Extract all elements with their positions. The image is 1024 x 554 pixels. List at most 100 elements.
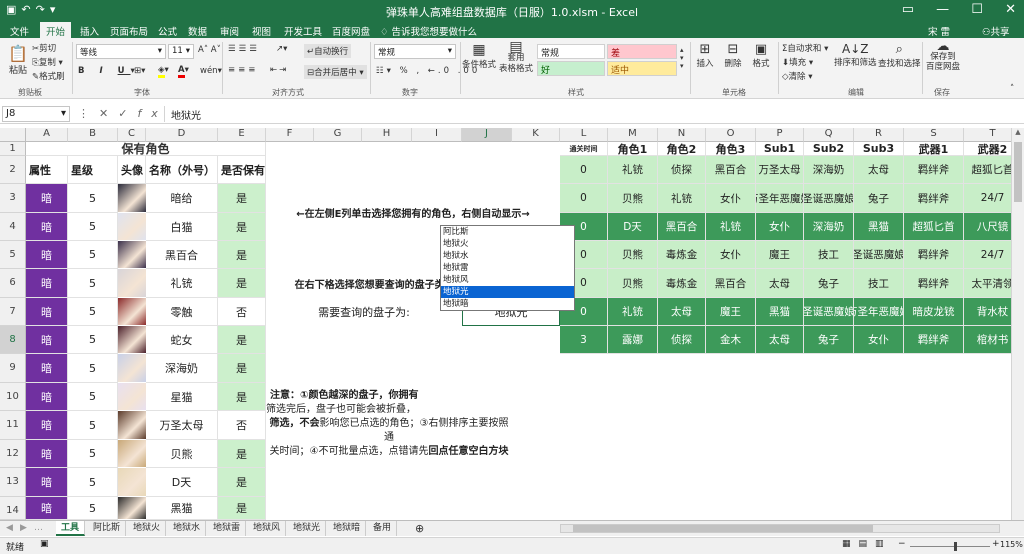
row-header-14[interactable]: 14 (0, 497, 26, 520)
enter-icon[interactable]: ✓ (118, 107, 137, 120)
row-header-12[interactable]: 12 (0, 440, 26, 468)
style-bad[interactable]: 差 (607, 44, 677, 59)
owned-toggle-cell[interactable]: 是 (218, 241, 266, 269)
owned-toggle-cell[interactable]: 是 (218, 213, 266, 241)
col-header-E[interactable]: E (218, 128, 266, 142)
dropdown-option[interactable]: 地狱光 (441, 286, 574, 298)
col-header-R[interactable]: R (854, 128, 904, 142)
font-name-select[interactable]: 等线 ▾ (76, 44, 166, 59)
scroll-thumb[interactable] (1014, 142, 1022, 202)
horizontal-scrollbar[interactable] (560, 524, 1000, 533)
row-header-8[interactable]: 8 (0, 326, 26, 354)
col-header-I[interactable]: I (412, 128, 462, 142)
row-header-5[interactable]: 5 (0, 241, 26, 269)
sheet-nav-next-icon[interactable]: ▶ (20, 521, 27, 536)
scroll-up-icon[interactable]: ▲ (1012, 128, 1024, 136)
tab-review[interactable]: 审阅 (220, 24, 239, 38)
border-button[interactable]: ⊞▾ (134, 66, 145, 76)
zoom-out-icon[interactable]: − (898, 539, 906, 549)
sheet-tab[interactable]: 地狱暗 (328, 521, 367, 536)
vertical-align-buttons[interactable]: ☰☰☰ (228, 44, 260, 54)
owned-toggle-cell[interactable]: 否 (218, 411, 266, 440)
sheet-tab[interactable]: 阿比斯 (88, 521, 127, 536)
format-as-table-button[interactable]: ▤ 套用 表格格式 (498, 40, 534, 75)
zoom-slider-thumb[interactable] (954, 542, 957, 551)
add-sheet-icon[interactable]: ⊕ (415, 521, 424, 536)
cut-button[interactable]: ✂剪切 (32, 42, 56, 54)
tab-view[interactable]: 视图 (252, 24, 271, 38)
orientation-button[interactable]: ↗▾ (276, 44, 287, 54)
col-header-O[interactable]: O (706, 128, 756, 142)
delete-cells-button[interactable]: ⊟ 删除 (722, 42, 744, 69)
row-header-6[interactable]: 6 (0, 269, 26, 298)
worksheet-grid[interactable]: ABCDEFGHIJKLMNOPQRST 1 2 3 4 5 6 7 8 9 10 11 12 13 14… (0, 128, 1011, 520)
insert-cells-button[interactable]: ⊞ 插入 (694, 42, 716, 69)
indent-buttons[interactable]: ⇤⇥ (270, 65, 288, 75)
font-grow-shrink[interactable]: A˄ A˅ (198, 45, 221, 55)
tab-baidu[interactable]: 百度网盘 (332, 24, 370, 38)
fill-color-button[interactable]: ◈▾ (158, 65, 169, 78)
owned-toggle-cell[interactable]: 是 (218, 383, 266, 411)
formula-input[interactable]: 地狱光 (164, 106, 1022, 122)
col-header-F[interactable]: F (266, 128, 314, 142)
col-header-T[interactable]: T (964, 128, 1011, 142)
owned-toggle-cell[interactable]: 是 (218, 497, 266, 520)
merge-center-button[interactable]: ⊟合并后居中 ▾ (304, 65, 367, 79)
horizontal-align-buttons[interactable]: ≡≡≡ (228, 65, 258, 75)
sheet-tab[interactable]: 地狱火 (128, 521, 167, 536)
phonetic-button[interactable]: wén▾ (200, 66, 222, 76)
tell-me-box[interactable]: ♢ 告诉我您想要做什么 (380, 24, 477, 38)
row-header-3[interactable]: 3 (0, 184, 26, 213)
sheet-tab[interactable]: 地狱雷 (208, 521, 247, 536)
owned-toggle-cell[interactable]: 是 (218, 184, 266, 213)
zoom-in-icon[interactable]: + (992, 539, 1000, 549)
sheet-tab[interactable]: 备用 (368, 521, 398, 536)
dropdown-option[interactable]: 地狱风 (441, 274, 574, 286)
col-header-A[interactable]: A (26, 128, 68, 142)
row-header-9[interactable]: 9 (0, 354, 26, 383)
row-header-7[interactable]: 7 (0, 298, 26, 326)
name-box[interactable]: J8 ▾ (2, 106, 70, 122)
dropdown-option[interactable]: 地狱水 (441, 250, 574, 262)
ribbon-options-icon[interactable]: ▭ (902, 2, 914, 17)
owned-toggle-cell[interactable]: 是 (218, 468, 266, 497)
plate-type-dropdown-list[interactable]: 阿比斯 地狱火 地狱水 地狱雷 地狱风 地狱光 地狱暗 (440, 225, 575, 311)
style-good[interactable]: 好 (537, 61, 605, 76)
col-header-N[interactable]: N (658, 128, 706, 142)
conditional-format-button[interactable]: ▦ 条件格式 (462, 42, 496, 70)
owned-toggle-cell[interactable]: 是 (218, 326, 266, 354)
col-header-H[interactable]: H (362, 128, 412, 142)
tab-page-layout[interactable]: 页面布局 (110, 24, 148, 38)
font-size-select[interactable]: 11 ▾ (168, 44, 194, 59)
autosum-button[interactable]: Σ自动求和 ▾ (782, 42, 828, 54)
save-baidu-button[interactable]: ☁ 保存到 百度网盘 (926, 40, 960, 72)
style-normal[interactable]: 常规 (537, 44, 605, 59)
cancel-icon[interactable]: ✕ (99, 107, 118, 120)
owned-toggle-cell[interactable]: 是 (218, 269, 266, 298)
close-icon[interactable]: ✕ (1005, 2, 1016, 17)
row-header-1[interactable]: 1 (0, 142, 26, 156)
macro-record-icon[interactable]: ▣ (40, 539, 49, 549)
col-header-S[interactable]: S (904, 128, 964, 142)
tab-developer[interactable]: 开发工具 (284, 24, 322, 38)
dropdown-option[interactable]: 地狱暗 (441, 298, 574, 310)
owned-toggle-cell[interactable]: 是 (218, 354, 266, 383)
sheet-nav-more-icon[interactable]: … (34, 521, 43, 536)
format-cells-button[interactable]: ▣ 格式 (750, 42, 772, 69)
col-header-B[interactable]: B (68, 128, 118, 142)
row-header-10[interactable]: 10 (0, 383, 26, 411)
dropdown-option[interactable]: 地狱雷 (441, 262, 574, 274)
tab-home[interactable]: 开始 (40, 22, 72, 38)
dropdown-option[interactable]: 地狱火 (441, 238, 574, 250)
row-header-13[interactable]: 13 (0, 468, 26, 497)
col-header-G[interactable]: G (314, 128, 362, 142)
select-all-corner[interactable] (0, 128, 26, 142)
zoom-level[interactable]: 115% (1000, 540, 1023, 549)
sheet-nav-prev-icon[interactable]: ◀ (6, 521, 13, 536)
row-header-4[interactable]: 4 (0, 213, 26, 241)
minimize-icon[interactable]: — (936, 2, 949, 17)
owned-toggle-cell[interactable]: 是 (218, 440, 266, 468)
owned-toggle-cell[interactable]: 否 (218, 298, 266, 326)
styles-scroll[interactable]: ▴ ▾ ▾ (680, 46, 684, 70)
dropdown-option[interactable]: 阿比斯 (441, 226, 574, 238)
